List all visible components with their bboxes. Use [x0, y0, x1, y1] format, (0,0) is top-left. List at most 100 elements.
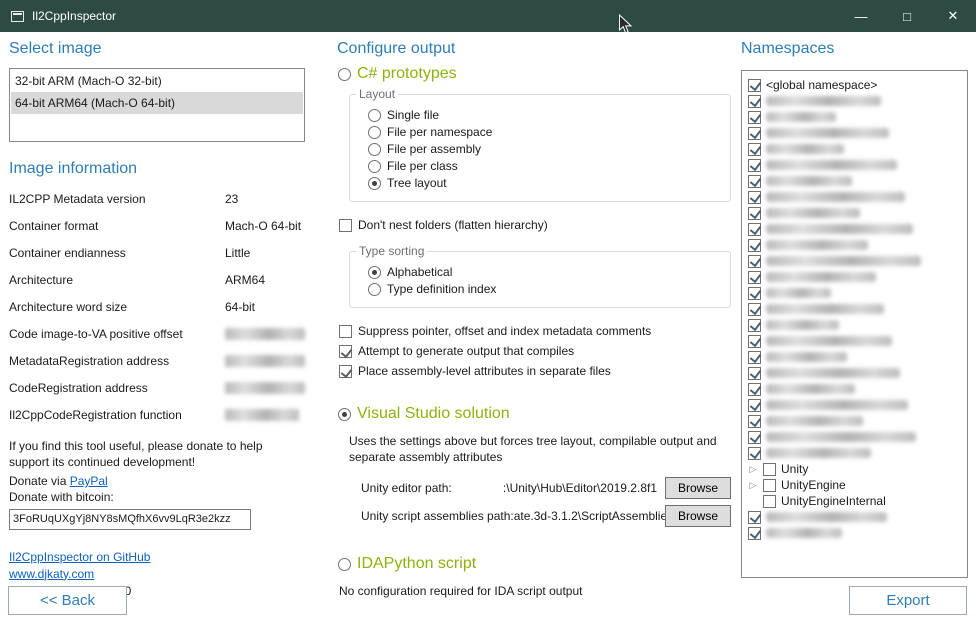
close-button[interactable]: ✕ [930, 0, 976, 32]
radio-option[interactable]: File per assembly [368, 142, 720, 156]
github-link[interactable]: Il2CppInspector on GitHub [9, 550, 150, 564]
namespace-item[interactable] [748, 301, 961, 317]
namespace-item[interactable] [748, 317, 961, 333]
namespace-checkbox[interactable] [748, 319, 761, 332]
unity-script-assemblies-path-label: Unity script assemblies path: [361, 509, 514, 523]
namespace-checkbox[interactable] [748, 127, 761, 140]
namespace-checkbox[interactable] [748, 271, 761, 284]
namespace-item[interactable] [748, 445, 961, 461]
namespace-checkbox[interactable] [748, 159, 761, 172]
namespace-checkbox[interactable] [748, 431, 761, 444]
namespace-checkbox[interactable] [748, 367, 761, 380]
namespace-checkbox[interactable] [763, 479, 776, 492]
namespace-item[interactable] [748, 269, 961, 285]
radio-option[interactable]: File per namespace [368, 125, 720, 139]
radio-idapython-script[interactable]: IDAPython script [338, 555, 731, 573]
browse-script-assemblies-button[interactable]: Browse [665, 505, 731, 527]
namespace-checkbox[interactable] [763, 495, 776, 508]
namespace-checkbox[interactable] [748, 527, 761, 540]
radio-option[interactable]: Tree layout [368, 176, 720, 190]
checkbox-option[interactable]: Place assembly-level attributes in separ… [339, 364, 731, 379]
namespace-checkbox[interactable] [748, 303, 761, 316]
namespace-checkbox[interactable] [748, 239, 761, 252]
namespace-checkbox[interactable] [748, 223, 761, 236]
namespace-item[interactable] [748, 285, 961, 301]
namespace-item[interactable] [748, 109, 961, 125]
namespace-item[interactable] [748, 333, 961, 349]
radio-visual-studio-solution[interactable]: Visual Studio solution [338, 405, 731, 423]
namespace-item[interactable] [748, 173, 961, 189]
maximize-button[interactable]: □ [884, 0, 930, 32]
namespace-item[interactable] [748, 525, 961, 541]
namespace-checkbox[interactable] [748, 511, 761, 524]
namespace-checkbox[interactable] [748, 351, 761, 364]
namespace-checkbox[interactable] [748, 255, 761, 268]
checkbox-option[interactable]: Suppress pointer, offset and index metad… [339, 324, 731, 339]
info-value: Little [225, 246, 250, 260]
namespace-item[interactable]: <global namespace> [748, 77, 961, 93]
namespace-item[interactable]: UnityEngineInternal [748, 493, 961, 509]
vs-solution-description: Uses the settings above but forces tree … [349, 434, 731, 465]
namespace-checkbox[interactable] [748, 143, 761, 156]
expander-icon[interactable]: ▷ [748, 464, 758, 474]
namespace-item[interactable] [748, 253, 961, 269]
namespace-checkbox[interactable] [748, 191, 761, 204]
export-button[interactable]: Export [849, 586, 967, 615]
radio-option[interactable]: Alphabetical [368, 265, 720, 279]
namespace-checkbox[interactable] [748, 207, 761, 220]
namespace-checkbox[interactable] [748, 383, 761, 396]
expander-icon[interactable]: ▷ [748, 480, 758, 490]
bitcoin-address-input[interactable] [9, 509, 251, 530]
namespace-item[interactable] [748, 381, 961, 397]
namespace-item[interactable] [748, 93, 961, 109]
namespace-checkbox[interactable] [748, 415, 761, 428]
namespace-checkbox[interactable] [748, 399, 761, 412]
namespace-checkbox[interactable] [748, 95, 761, 108]
namespace-item[interactable] [748, 141, 961, 157]
redacted-namespace [766, 272, 876, 282]
namespace-item[interactable] [748, 205, 961, 221]
namespace-checkbox[interactable] [748, 79, 761, 92]
namespace-item[interactable] [748, 125, 961, 141]
radio-option[interactable]: Single file [368, 108, 720, 122]
namespace-item[interactable] [748, 365, 961, 381]
namespace-item[interactable]: ▷Unity [748, 461, 961, 477]
minimize-button[interactable]: — [838, 0, 884, 32]
namespace-checkbox[interactable] [748, 335, 761, 348]
namespace-item[interactable] [748, 397, 961, 413]
namespace-item[interactable] [748, 413, 961, 429]
unity-editor-path-value[interactable]: :\Unity\Hub\Editor\2019.2.8f1 [452, 481, 665, 495]
visual-studio-solution-label: Visual Studio solution [357, 405, 510, 423]
namespace-checkbox[interactable] [763, 463, 776, 476]
namespace-checkbox[interactable] [748, 287, 761, 300]
paypal-link[interactable]: PayPal [70, 474, 108, 488]
flatten-hierarchy-checkbox[interactable]: Don't nest folders (flatten hierarchy) [339, 218, 731, 233]
namespace-item[interactable]: ▷UnityEngine [748, 477, 961, 493]
checkbox-option[interactable]: Attempt to generate output that compiles [339, 344, 731, 359]
redacted-namespace [766, 384, 855, 394]
namespace-item[interactable] [748, 221, 961, 237]
namespace-item[interactable] [748, 429, 961, 445]
radio-icon [338, 558, 351, 571]
website-link[interactable]: www.djkaty.com [9, 567, 94, 581]
radio-option[interactable]: File per class [368, 159, 720, 173]
info-label: MetadataRegistration address [9, 354, 225, 368]
namespaces-listbox[interactable]: <global namespace> ▷Unity▷UnityEngineUnit… [741, 70, 968, 578]
back-button[interactable]: << Back [8, 586, 127, 615]
unity-script-assemblies-path-value[interactable]: ate.3d-3.1.2\ScriptAssemblies [514, 509, 665, 523]
browse-editor-path-button[interactable]: Browse [665, 477, 731, 499]
namespace-checkbox[interactable] [748, 111, 761, 124]
namespace-item[interactable] [748, 349, 961, 365]
namespace-item[interactable] [748, 189, 961, 205]
radio-option[interactable]: Type definition index [368, 282, 720, 296]
image-list-item[interactable]: 32-bit ARM (Mach-O 32-bit) [11, 70, 303, 92]
namespace-checkbox[interactable] [748, 447, 761, 460]
namespace-item[interactable] [748, 509, 961, 525]
namespace-item[interactable] [748, 237, 961, 253]
image-listbox[interactable]: 32-bit ARM (Mach-O 32-bit)64-bit ARM64 (… [9, 68, 305, 142]
radio-csharp-prototypes[interactable]: C# prototypes [338, 65, 731, 83]
namespace-item[interactable] [748, 157, 961, 173]
image-list-item[interactable]: 64-bit ARM64 (Mach-O 64-bit) [11, 92, 303, 114]
output-option-checkboxes: Suppress pointer, offset and index metad… [337, 324, 731, 379]
namespace-checkbox[interactable] [748, 175, 761, 188]
